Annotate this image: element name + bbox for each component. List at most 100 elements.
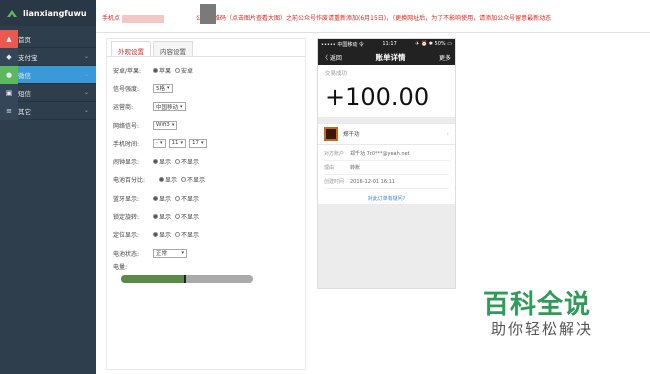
signal-label: 信号强度:	[113, 85, 140, 93]
notice-part1: 手机点	[102, 15, 121, 22]
radio-label: 不显示	[181, 159, 200, 167]
phone-status-bar: ••••• 中国移动 令 11:17 ✈ ⏰ ✱ 50% ▭	[318, 39, 455, 49]
redacted-block	[122, 14, 165, 23]
battery-level-label: 电量:	[113, 264, 128, 272]
detail-row: 创建时间 2016-12-01 16:11	[324, 175, 449, 189]
status-time: 11:17	[382, 41, 397, 47]
radio-label: 不显示	[181, 195, 200, 203]
alipay-icon: ◆	[0, 47, 18, 66]
battery-status-select[interactable]: 正常	[153, 248, 187, 258]
time-select-minute[interactable]: 17	[189, 138, 207, 148]
detail-value: 转账	[350, 165, 361, 171]
trade-status: 交易成功	[325, 71, 348, 77]
battery-level-slider[interactable]	[121, 275, 253, 284]
signal-select[interactable]: 5格	[153, 83, 173, 93]
chevron-down-icon: ⌄	[84, 107, 90, 114]
question-link[interactable]: 对此订单有疑问?	[324, 195, 449, 202]
battery-level-row: 电量:	[113, 262, 299, 284]
settings-panel: 外观设置 内容设置 安卓/苹果: 苹果 安卓 信号强度: 5格 运营商: 中国移…	[106, 38, 306, 370]
radio-label: 不显示	[181, 232, 200, 240]
more-button[interactable]: 更多	[439, 53, 451, 62]
location-radio-show[interactable]: 显示	[153, 230, 171, 239]
lock-rotation-row: 锁定旋转: 显示 不显示	[113, 207, 299, 225]
network-label: 网络信号:	[113, 122, 140, 130]
settings-tabs: 外观设置 内容设置	[107, 39, 305, 57]
lock-rotation-label: 锁定旋转:	[113, 214, 140, 222]
carrier-label: 运营商:	[113, 104, 134, 112]
radio-label: 显示	[159, 232, 172, 240]
lock-radio-show[interactable]: 显示	[153, 212, 171, 221]
radio-label: 不显示	[181, 214, 200, 222]
sidebar-item-home[interactable]: ▲ 首页	[0, 29, 96, 48]
detail-row: 理由 转账	[324, 161, 449, 175]
battery-pct-radio-show[interactable]: 显示	[159, 175, 177, 184]
app-logo[interactable]: lianxiangfuwu	[0, 0, 96, 26]
location-row: 定位显示: 显示 不显示	[113, 226, 299, 244]
sms-icon: ▣	[0, 83, 18, 102]
tab-appearance[interactable]: 外观设置	[111, 41, 151, 56]
chevron-down-icon: ⌄	[84, 89, 90, 96]
app-name: lianxiangfuwu	[23, 8, 87, 18]
network-row: 网络信号: Wifi3	[113, 116, 299, 134]
radio-dot	[153, 232, 158, 238]
battery-pct-radio-hide[interactable]: 不显示	[181, 175, 205, 184]
notice-part2: 公号二维码（点击图片查看大图）之前公众号作废请重新添加(6月15日)，（更换网址…	[196, 15, 552, 22]
chevron-down-icon: ⌄	[84, 71, 90, 78]
os-label: 安卓/苹果:	[113, 67, 142, 75]
amount-card: 交易成功 +100.00	[318, 65, 455, 117]
tab-content[interactable]: 内容设置	[153, 41, 193, 56]
radio-dot	[175, 159, 181, 165]
alarm-row: 闹钟显示: 显示 不显示	[113, 152, 299, 170]
time-select-1[interactable]: -	[153, 138, 166, 148]
network-select[interactable]: Wifi3	[153, 120, 178, 130]
battery-slider-handle[interactable]	[184, 275, 187, 284]
bluetooth-radio-show[interactable]: 显示	[153, 194, 171, 203]
detail-value: 郑千功 7r0***@yeah.net	[350, 151, 410, 157]
os-radio-android[interactable]: 安卓	[175, 66, 193, 75]
radio-label: 显示	[159, 159, 172, 167]
radio-dot	[181, 177, 187, 183]
radio-dot	[175, 67, 181, 73]
bluetooth-radio-hide[interactable]: 不显示	[175, 194, 199, 203]
bluetooth-row: 蓝牙显示: 显示 不显示	[113, 189, 299, 207]
radio-dot	[175, 214, 181, 220]
carrier-select[interactable]: 中国移动	[153, 102, 186, 112]
alarm-radio-show[interactable]: 显示	[153, 157, 171, 166]
radio-label: 不显示	[187, 177, 206, 185]
sidebar-item-other[interactable]: ≡ 其它 ⌄	[0, 101, 96, 120]
chevron-right-icon: ›	[446, 130, 449, 138]
detail-key: 创建时间	[324, 179, 345, 185]
radio-dot	[153, 67, 158, 73]
status-carrier: ••••• 中国移动 令	[321, 41, 364, 48]
sidebar-item-wechat[interactable]: ● 微信 ⌄	[0, 65, 96, 84]
sidebar-item-sms[interactable]: ▣ 短信 ⌄	[0, 83, 96, 102]
phone-preview: ••••• 中国移动 令 11:17 ✈ ⏰ ✱ 50% ▭ 〈 返回 账单详情…	[317, 38, 456, 289]
alarm-label: 闹钟显示:	[113, 159, 140, 167]
os-radio-ios[interactable]: 苹果	[153, 66, 171, 75]
location-radio-hide[interactable]: 不显示	[175, 230, 199, 239]
wechat-icon: ●	[0, 65, 18, 84]
avatar	[324, 127, 338, 141]
radio-dot	[159, 177, 164, 183]
bluetooth-label: 蓝牙显示:	[113, 195, 140, 203]
alarm-radio-hide[interactable]: 不显示	[175, 157, 199, 166]
status-icons: ✈ ⏰ ✱ 50% ▭	[415, 41, 452, 47]
logo-icon	[7, 10, 17, 17]
time-select-hour[interactable]: 11	[168, 138, 187, 148]
phone-title: 账单详情	[375, 52, 406, 62]
back-button[interactable]: 〈 返回	[322, 53, 342, 62]
sidebar-item-label: 微信	[18, 71, 31, 80]
chevron-down-icon: ⌄	[84, 53, 90, 60]
battery-slider-fill	[121, 275, 185, 284]
lock-radio-hide[interactable]: 不显示	[175, 212, 199, 221]
sidebar-item-label: 支付宝	[18, 53, 38, 62]
os-row: 安卓/苹果: 苹果 安卓	[113, 61, 299, 79]
watermark-title: 百科全说	[483, 290, 592, 320]
sidebar-item-alipay[interactable]: ◆ 支付宝 ⌄	[0, 47, 96, 66]
battery-pct-label: 电池百分比:	[113, 177, 146, 185]
location-label: 定位显示:	[113, 232, 140, 240]
top-notice-bar: 手机点 公号二维码（点击图片查看大图）之前公众号作废请重新添加(6月15日)，（更…	[96, 0, 650, 33]
qr-code-image[interactable]	[200, 4, 216, 24]
payee-row[interactable]: 郑千功 ›	[318, 123, 455, 145]
sidebar: lianxiangfuwu ▲ 首页 ◆ 支付宝 ⌄ ● 微信 ⌄ ▣ 短信 ⌄…	[0, 0, 96, 374]
